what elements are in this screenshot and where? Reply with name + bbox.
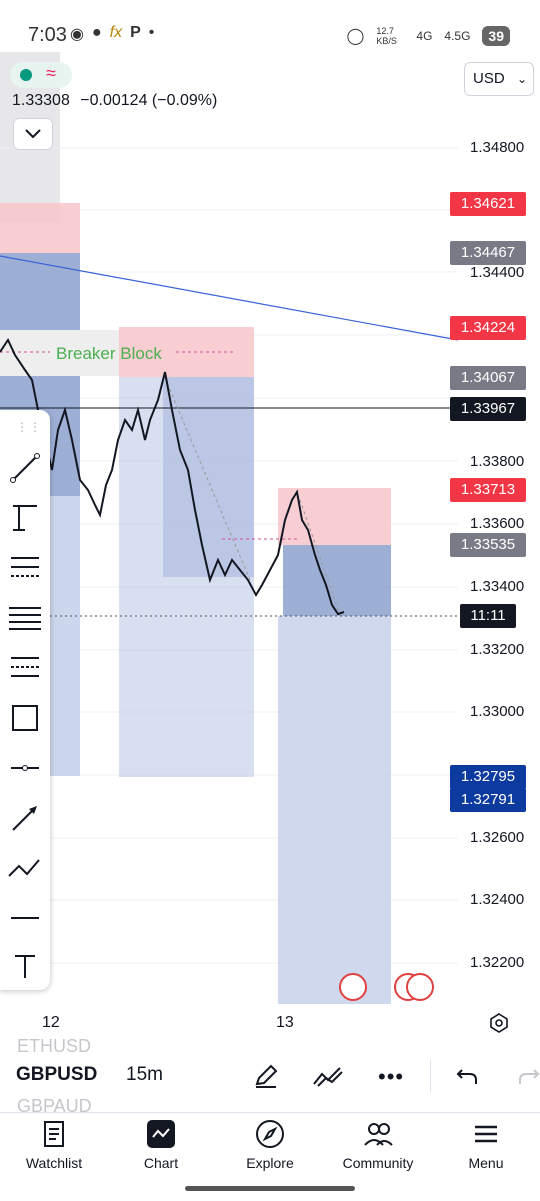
zone-mid-light	[119, 377, 254, 777]
watchlist-icon	[44, 1121, 64, 1147]
menu-icon	[475, 1125, 497, 1143]
prev-symbol[interactable]: ETHUSD	[17, 1036, 91, 1054]
market-open-dot-icon	[20, 69, 32, 81]
axis-tick: 1.33800	[470, 453, 525, 470]
axis-tick: 1.33400	[470, 578, 525, 595]
nav-menu[interactable]: Menu	[436, 1119, 536, 1171]
last-price: 1.33308	[12, 92, 70, 109]
indicators-icon[interactable]	[312, 1064, 344, 1088]
us-flag-icon-2	[406, 973, 434, 1001]
battery-badge: 39	[482, 26, 510, 46]
dot-icon: •	[148, 24, 155, 41]
redo-icon[interactable]	[518, 1066, 540, 1086]
network-4g: 4G	[416, 29, 433, 43]
undo-icon[interactable]	[456, 1066, 478, 1086]
price-tag-red: 1.34224	[450, 316, 526, 340]
price-tag-gray: 1.33535	[450, 533, 526, 557]
drawing-toolbar: ⋮⋮	[0, 410, 50, 990]
nav-explore[interactable]: Explore	[220, 1119, 320, 1171]
message-icon: ◉	[70, 26, 84, 43]
chevron-down-icon: ⌄	[516, 72, 527, 86]
x-axis-label: 13	[276, 1014, 294, 1031]
chart-settings-icon[interactable]	[488, 1012, 510, 1034]
fx-icon: fx	[109, 24, 123, 41]
price-tag-gray: 1.34467	[450, 241, 526, 265]
zone-right-blue	[283, 545, 391, 616]
net-speed: 12.7 KB/S	[376, 26, 397, 46]
breaker-block-label: Breaker Block	[56, 344, 162, 363]
quote-line: 1.33308 −0.00124 (−0.09%)	[12, 92, 217, 110]
nav-community[interactable]: Community	[328, 1119, 428, 1171]
collapse-button[interactable]	[13, 118, 53, 150]
axis-tick: 1.33000	[470, 703, 525, 720]
parallel-channel-icon[interactable]	[7, 600, 43, 636]
nav-chart-label: Chart	[143, 1155, 179, 1171]
anchor-icon[interactable]	[7, 500, 43, 536]
price-tag-gray: 1.34067	[450, 366, 526, 390]
rectangle-icon[interactable]	[7, 700, 43, 736]
alarm-icon: ◯	[346, 28, 365, 45]
status-left-icons: ◉ ● fx P •	[70, 24, 154, 44]
price-tag-blue: 1.32795	[450, 765, 526, 789]
chart-icon	[147, 1120, 175, 1148]
symbol-name[interactable]: GBPUSD	[16, 1064, 97, 1086]
nav-menu-label: Menu	[468, 1155, 504, 1171]
fib-icon[interactable]	[7, 550, 43, 586]
axis-tick: 1.32400	[470, 891, 525, 908]
pencil-icon[interactable]	[252, 1062, 280, 1090]
trend-line-icon[interactable]	[7, 450, 43, 486]
horizontal-line-icon[interactable]	[7, 900, 43, 936]
uk-flag-icon	[339, 973, 367, 1001]
arrow-icon[interactable]	[7, 800, 43, 836]
price-change: −0.00124 (−0.09%)	[80, 92, 218, 109]
zone-left-red	[0, 203, 80, 253]
axis-tick: 1.32200	[470, 954, 525, 971]
divider	[430, 1060, 431, 1092]
interval-button[interactable]: 15m	[126, 1064, 163, 1086]
countdown-tag: 11:11	[460, 604, 516, 628]
horizontal-ray-icon[interactable]	[7, 750, 43, 786]
currency-select[interactable]: USD ⌄	[464, 62, 534, 96]
currency-label: USD	[473, 70, 505, 87]
more-icon[interactable]: •••	[378, 1064, 404, 1090]
wave-icon: ≈	[46, 63, 56, 83]
snapchat-icon: ●	[91, 24, 102, 41]
nav-explore-label: Explore	[246, 1155, 294, 1171]
text-icon[interactable]	[7, 948, 43, 984]
price-tag-red: 1.33713	[450, 478, 526, 502]
status-right: ◯ 12.7 KB/S 4G 4.5G 39	[346, 26, 510, 46]
nav-watchlist[interactable]: Watchlist	[4, 1119, 104, 1171]
axis-tick: 1.34400	[470, 264, 525, 281]
symbol-status-pill[interactable]: ≈	[10, 62, 72, 88]
axis-tick: 1.34800	[470, 139, 525, 156]
community-icon	[364, 1123, 393, 1146]
network-45g: 4.5G	[444, 29, 471, 43]
price-tag-black: 1.33967	[450, 397, 526, 421]
path-icon[interactable]	[7, 850, 43, 886]
compass-icon	[256, 1120, 284, 1148]
chevron-down-icon	[25, 129, 41, 139]
axis-tick: 1.33600	[470, 515, 525, 532]
nav-watchlist-label: Watchlist	[25, 1155, 83, 1171]
price-tag-red: 1.34621	[450, 192, 526, 216]
home-indicator[interactable]	[185, 1186, 355, 1191]
nav-community-label: Community	[342, 1155, 414, 1171]
gann-icon[interactable]	[7, 650, 43, 686]
price-tag-blue: 1.32791	[450, 788, 526, 812]
nav-chart[interactable]: Chart	[111, 1119, 211, 1171]
zone-right-light	[278, 616, 391, 1004]
toolbar-handle-icon[interactable]: ⋮⋮	[16, 420, 42, 434]
status-time: 7:03	[28, 24, 67, 46]
axis-tick: 1.33200	[470, 641, 525, 658]
next-symbol[interactable]: GBPAUD	[17, 1096, 92, 1112]
x-axis-label: 12	[42, 1014, 60, 1031]
axis-tick: 1.32600	[470, 829, 525, 846]
p-icon: P	[130, 24, 141, 41]
